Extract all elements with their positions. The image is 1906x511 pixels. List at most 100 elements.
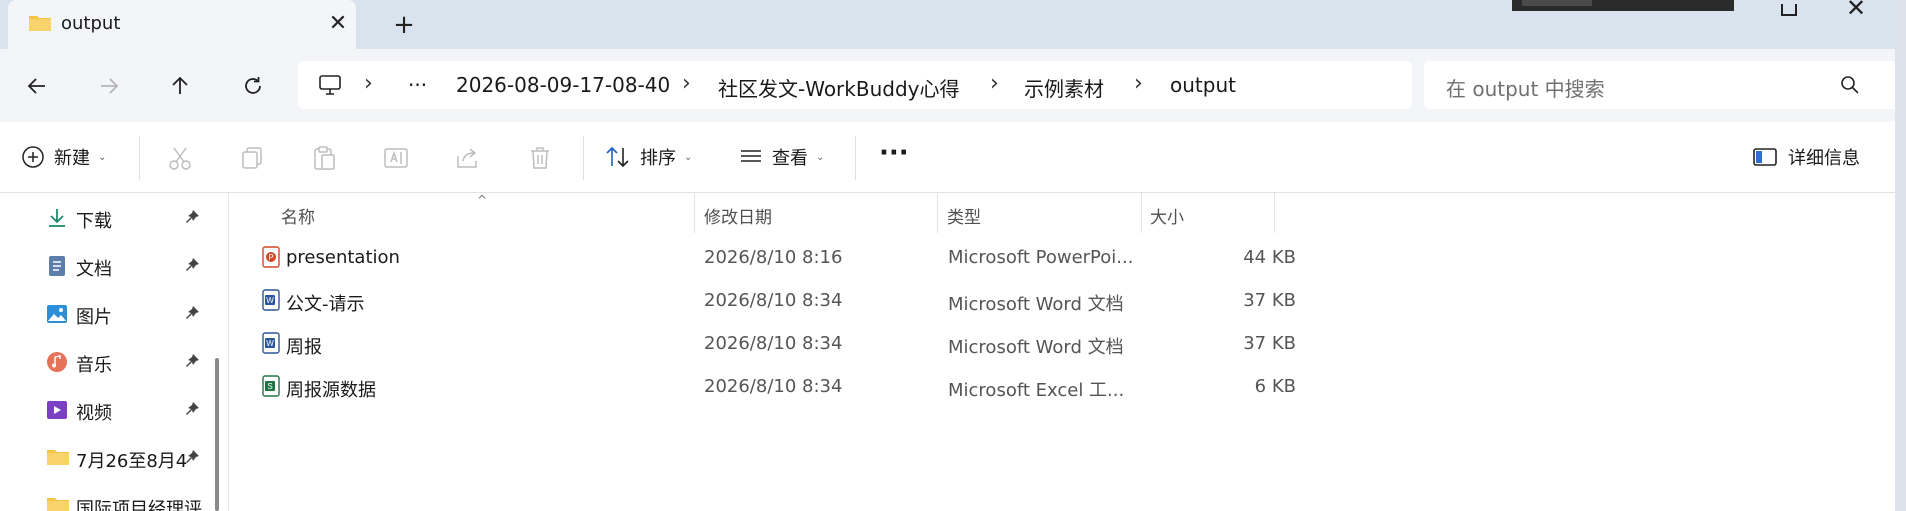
new-button[interactable]: 新建 ⌄: [20, 144, 106, 170]
sort-icon: [606, 146, 629, 168]
breadcrumb-item-folder[interactable]: 2026-08-09-17-08-40: [456, 73, 670, 97]
sidebar-item-folder[interactable]: 7月26至8月4: [44, 437, 214, 477]
sidebar-item-folder[interactable]: 国际项目经理评: [44, 485, 214, 511]
copy-icon[interactable]: [238, 144, 266, 172]
breadcrumb[interactable]: › ··· 2026-08-09-17-08-40 › 社区发文-WorkBud…: [298, 61, 1412, 109]
arrow-right-icon: [101, 78, 119, 94]
up-button[interactable]: [163, 69, 197, 103]
pin-icon[interactable]: [184, 401, 200, 422]
breadcrumb-item-folder[interactable]: 社区发文-WorkBuddy心得: [718, 73, 959, 102]
file-name: 周报源数据: [286, 380, 376, 401]
sidebar-scrollbar-thumb[interactable]: [215, 358, 219, 511]
delete-icon[interactable]: [526, 144, 554, 172]
divider: [139, 136, 140, 180]
more-options-button[interactable]: ···: [879, 138, 909, 168]
music-icon: [46, 351, 68, 378]
refresh-icon: [245, 77, 261, 94]
file-row[interactable]: W 周报 2026/8/10 8:34 Microsoft Word 文档 37…: [256, 323, 1486, 363]
chevron-down-icon: ⌄: [98, 151, 107, 163]
sidebar-item-documents[interactable]: 文档: [44, 245, 214, 285]
new-tab-button[interactable]: +: [390, 11, 418, 39]
arrow-left-icon: [27, 78, 45, 94]
word-icon: W: [261, 289, 281, 316]
breadcrumb-item-current[interactable]: output: [1170, 73, 1236, 97]
window-edge: [1895, 0, 1906, 511]
plus-circle-icon: [22, 146, 44, 168]
new-label: 新建: [54, 148, 90, 169]
back-button[interactable]: [20, 69, 54, 103]
rename-icon[interactable]: [382, 144, 410, 172]
arrow-up-icon: [172, 76, 188, 94]
file-date: 2026/8/10 8:16: [704, 247, 843, 268]
search-input[interactable]: 在 output 中搜索: [1446, 73, 1605, 102]
this-pc-icon[interactable]: [318, 74, 342, 101]
pin-icon[interactable]: [184, 449, 200, 470]
search-box[interactable]: 在 output 中搜索: [1424, 61, 1898, 109]
chevron-right-icon[interactable]: ›: [1134, 71, 1143, 96]
column-header-name[interactable]: 名称: [281, 193, 315, 233]
file-type: Microsoft PowerPoi...: [948, 247, 1132, 268]
column-divider[interactable]: [694, 193, 695, 233]
sidebar-item-music[interactable]: 音乐: [44, 341, 214, 381]
chevron-down-icon: ⌄: [816, 151, 825, 163]
file-list: ^ 名称 修改日期 类型 大小 P presentation 2026/8/10…: [229, 193, 1895, 511]
file-size: 6 KB: [1254, 376, 1296, 397]
word-icon: W: [261, 332, 281, 359]
chevron-right-icon[interactable]: ›: [990, 71, 999, 96]
refresh-button[interactable]: [236, 69, 270, 103]
restore-window-icon[interactable]: [1781, 4, 1797, 16]
file-name: presentation: [286, 247, 400, 268]
svg-text:S: S: [267, 382, 272, 391]
file-type: Microsoft Excel 工...: [948, 380, 1125, 401]
command-bar: 新建 ⌄ 排序 ⌄ 查看 ⌄ ··· 详细信息: [0, 122, 1895, 193]
column-header-size[interactable]: 大小: [1150, 193, 1184, 233]
divider: [855, 136, 856, 180]
column-header-type[interactable]: 类型: [947, 193, 981, 233]
sidebar-item-label: 国际项目经理评: [76, 499, 202, 511]
file-type: Microsoft Word 文档: [948, 337, 1124, 358]
view-list-icon: [741, 150, 761, 162]
forward-button[interactable]: [92, 69, 126, 103]
file-row[interactable]: P presentation 2026/8/10 8:16 Microsoft …: [256, 237, 1486, 277]
chevron-right-icon[interactable]: ›: [364, 71, 373, 96]
navigation-pane: 下载 文档 图片 音乐 视频 7月26至8月4 国际项目经理评: [0, 193, 226, 511]
view-button[interactable]: 查看 ⌄: [738, 144, 824, 170]
share-icon[interactable]: [454, 144, 482, 172]
column-divider[interactable]: [1141, 193, 1142, 233]
file-size: 37 KB: [1243, 333, 1296, 354]
file-date: 2026/8/10 8:34: [704, 376, 843, 397]
pin-icon[interactable]: [184, 209, 200, 230]
close-tab-icon[interactable]: ✕: [326, 12, 350, 36]
pin-icon[interactable]: [184, 257, 200, 278]
file-row[interactable]: S 周报源数据 2026/8/10 8:34 Microsoft Excel 工…: [256, 366, 1486, 406]
breadcrumb-overflow[interactable]: ···: [408, 73, 427, 97]
file-row[interactable]: W 公文-请示 2026/8/10 8:34 Microsoft Word 文档…: [256, 280, 1486, 320]
view-label: 查看: [772, 148, 808, 169]
file-name: 公文-请示: [286, 294, 365, 315]
cut-icon[interactable]: [166, 144, 194, 172]
search-icon[interactable]: [1840, 75, 1860, 100]
breadcrumb-item-folder[interactable]: 示例素材: [1024, 73, 1104, 102]
chevron-right-icon[interactable]: ›: [682, 71, 691, 96]
details-pane-button[interactable]: 详细信息: [1752, 144, 1860, 170]
sidebar-item-pictures[interactable]: 图片: [44, 293, 214, 333]
column-header-date[interactable]: 修改日期: [704, 193, 772, 233]
file-date: 2026/8/10 8:34: [704, 290, 843, 311]
pictures-icon: [46, 303, 68, 330]
sidebar-item-videos[interactable]: 视频: [44, 389, 214, 429]
powerpoint-icon: P: [261, 246, 281, 273]
sort-button[interactable]: 排序 ⌄: [604, 144, 692, 170]
documents-icon: [46, 255, 68, 282]
pin-icon[interactable]: [184, 305, 200, 326]
tab-output[interactable]: output ✕: [8, 0, 356, 49]
paste-icon[interactable]: [310, 144, 338, 172]
overlay-strip: [1512, 0, 1734, 11]
file-size: 44 KB: [1243, 247, 1296, 268]
column-divider[interactable]: [1274, 193, 1275, 233]
close-window-icon[interactable]: ✕: [1846, 0, 1866, 22]
file-date: 2026/8/10 8:34: [704, 333, 843, 354]
sidebar-item-downloads[interactable]: 下载: [44, 197, 214, 237]
file-size: 37 KB: [1243, 290, 1296, 311]
pin-icon[interactable]: [184, 353, 200, 374]
column-divider[interactable]: [937, 193, 938, 233]
